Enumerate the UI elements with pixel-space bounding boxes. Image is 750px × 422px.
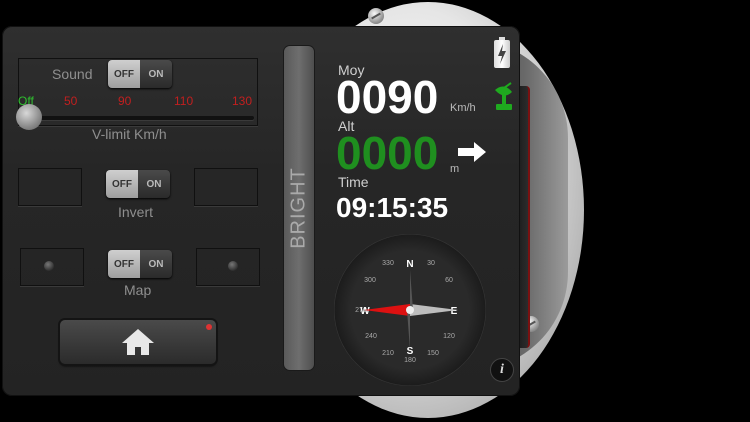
map-label: Map <box>124 282 152 298</box>
home-icon <box>122 329 154 355</box>
toggle-on: ON <box>140 60 172 88</box>
compass-tick: 210 <box>382 350 394 357</box>
vlimit-label: V-limit Km/h <box>92 126 167 142</box>
compass-south: S <box>407 346 414 357</box>
compass-tick: 60 <box>445 277 453 284</box>
invert-toggle[interactable]: OFF ON <box>106 170 170 198</box>
compass-tick: 120 <box>443 333 455 340</box>
sound-toggle[interactable]: OFF ON <box>108 60 172 88</box>
invert-box-right <box>194 168 258 206</box>
time-label: Time <box>338 174 369 190</box>
vlimit-slider-knob[interactable] <box>16 104 42 130</box>
vlimit-tick-50: 50 <box>64 94 78 108</box>
toggle-on: ON <box>140 250 172 278</box>
alt-unit: m <box>450 163 460 175</box>
vlimit-tick-110: 110 <box>174 94 194 108</box>
speed-unit: Km/h <box>450 102 476 114</box>
compass-tick: 150 <box>427 350 439 357</box>
compass-tick: 180 <box>404 357 416 364</box>
map-led-left <box>44 261 54 271</box>
speed-value: 0090 <box>336 71 439 123</box>
home-button[interactable] <box>60 320 216 364</box>
alt-value: 0000 <box>336 127 439 179</box>
map-led-right <box>228 261 238 271</box>
brightness-label: BRIGHT <box>287 167 310 249</box>
compass-tick: 330 <box>382 260 394 267</box>
toggle-on: ON <box>138 170 170 198</box>
invert-label: Invert <box>118 204 154 220</box>
vlimit-tick-130: 130 <box>232 94 253 108</box>
compass-east: E <box>451 306 458 317</box>
toggle-off: OFF <box>108 250 140 278</box>
screw-icon <box>368 8 384 24</box>
sound-label: Sound <box>52 66 93 82</box>
info-button[interactable]: i <box>490 358 514 382</box>
vlimit-tick-90: 90 <box>118 94 132 108</box>
compass-tick: 240 <box>365 333 377 340</box>
toggle-off: OFF <box>106 170 138 198</box>
brightness-slider[interactable]: BRIGHT <box>284 46 314 370</box>
invert-box-left <box>18 168 82 206</box>
time-value: 09:15:35 <box>336 192 449 223</box>
vlimit-slider-track[interactable] <box>24 116 254 120</box>
compass-tick: 300 <box>364 277 376 284</box>
home-indicator-dot <box>206 324 212 330</box>
battery-charging-icon <box>494 37 510 68</box>
satellite-dish-icon <box>495 82 512 110</box>
compass-tick: 30 <box>427 260 435 267</box>
compass-west: W <box>360 306 370 317</box>
map-toggle[interactable]: OFF ON <box>108 250 172 278</box>
compass: 30 60 120 150 180 210 240 270 300 330 N … <box>334 234 486 386</box>
compass-north: N <box>406 259 413 270</box>
toggle-off: OFF <box>108 60 140 88</box>
arrow-right-icon <box>458 142 486 162</box>
